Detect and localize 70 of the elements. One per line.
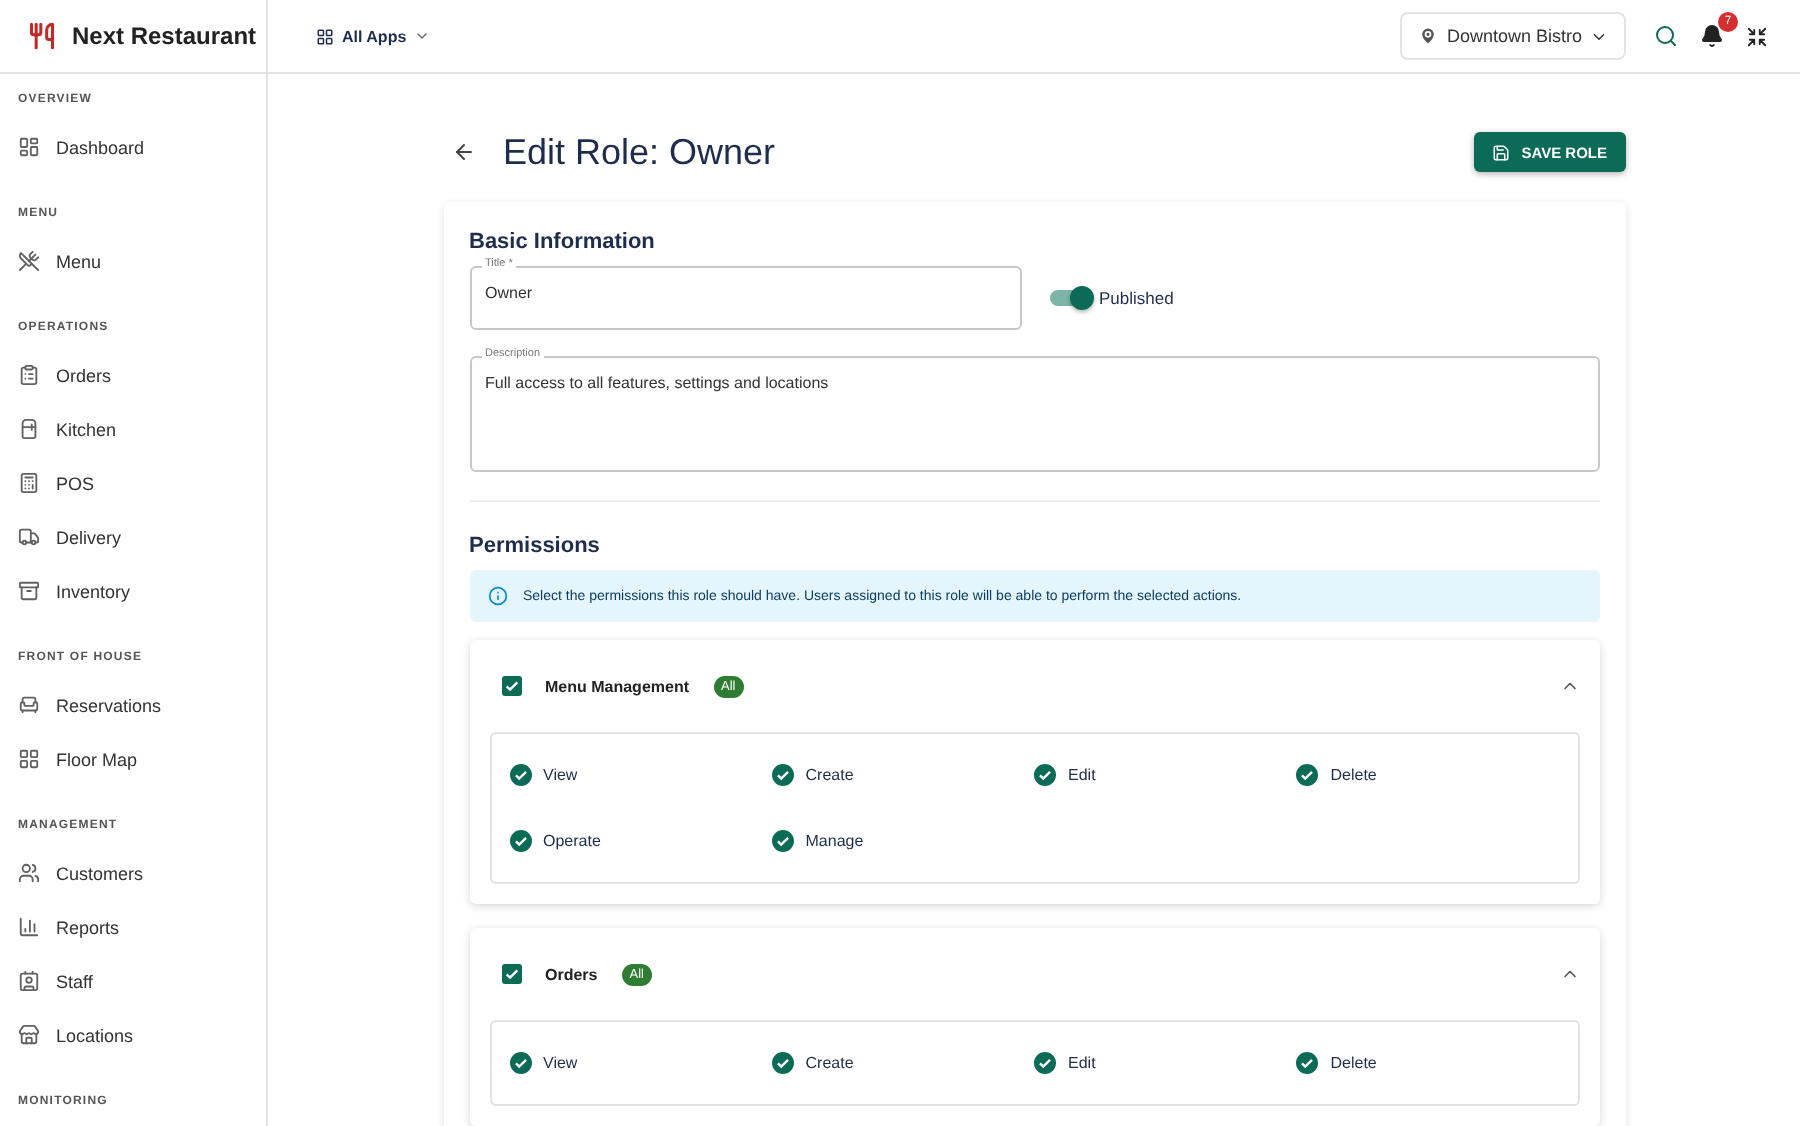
sidebar-item-label: Floor Map [56, 749, 138, 769]
sidebar-item-label: Dashboard [56, 137, 145, 157]
permission-label: View [543, 766, 578, 784]
group-name: Orders [545, 965, 598, 983]
app-name: Next Restaurant [72, 22, 257, 50]
chair-icon [18, 694, 40, 716]
sidebar-item-label: Delivery [56, 527, 122, 547]
sidebar-item-label: Kitchen [56, 419, 117, 439]
save-icon [1491, 143, 1510, 161]
people-icon [18, 862, 40, 884]
fridge-icon [18, 418, 40, 440]
checkbox[interactable] [501, 676, 521, 696]
sidebar-item[interactable]: Staff [18, 954, 266, 1008]
back-button[interactable] [451, 140, 475, 164]
permission-label: Create [805, 766, 854, 784]
field-value: Full access to all features, settings and locations [485, 374, 829, 392]
bar-chart-icon [18, 916, 40, 938]
shrink-icon [1746, 25, 1768, 47]
page-title: Edit Role: Owner [503, 131, 778, 173]
grid-icon [18, 748, 40, 770]
sidebar-item-label: Staff [56, 971, 93, 991]
sidebar-item-label: POS [56, 473, 95, 493]
checkbox[interactable] [501, 964, 521, 984]
archive-icon [18, 580, 40, 602]
sidebar-item-label: Inventory [56, 581, 131, 601]
switch-label: Published [1099, 288, 1174, 308]
field-value: Owner [485, 284, 533, 302]
permission-label: Delete [1330, 1054, 1377, 1072]
grid-icon [316, 27, 334, 45]
sidebar-item[interactable]: POS [18, 456, 266, 510]
store-icon [18, 1024, 40, 1046]
sidebar-item-label: Customers [56, 863, 144, 883]
all-apps-menu[interactable]: All Apps [308, 19, 439, 53]
permission-label: Edit [1068, 1054, 1096, 1072]
sidebar-item[interactable]: Inventory [18, 564, 266, 618]
sidebar-item-label: Locations [56, 1025, 134, 1045]
id-badge-icon [18, 970, 40, 992]
truck-icon [18, 526, 40, 548]
logo-icon [28, 22, 56, 50]
permission-label: Delete [1330, 766, 1377, 784]
caret-icon [414, 28, 431, 44]
sidebar-item[interactable]: Orders [18, 348, 266, 402]
sidebar-item[interactable]: Delivery [18, 510, 266, 564]
search-icon [1654, 24, 1678, 48]
sidebar-item-label: Orders [56, 365, 112, 385]
section-heading: Permissions [469, 534, 602, 558]
permission-label: View [543, 1054, 578, 1072]
bell-icon [1700, 24, 1724, 48]
dashboard-icon [18, 136, 40, 158]
pin-icon [1418, 26, 1439, 46]
sidebar-item[interactable]: Menu [18, 234, 266, 288]
sidebar-item[interactable]: Floor Map [18, 732, 266, 786]
section-heading: Basic Information [469, 230, 657, 254]
permission-label: Operate [543, 832, 601, 850]
group-name: Menu Management [545, 677, 690, 695]
sidebar-item[interactable]: Reports [18, 900, 266, 954]
sidebar-item-label: Reports [56, 917, 120, 937]
sidebar-item-label: Reservations [56, 695, 162, 715]
sidebar-item[interactable]: Reservations [18, 678, 266, 732]
permission-label: Manage [805, 832, 864, 850]
sidebar-item-label: Menu [56, 251, 102, 271]
sidebar-item[interactable]: Kitchen [18, 402, 266, 456]
sidebar-item[interactable]: Locations [18, 1008, 266, 1062]
published-switch[interactable] [1049, 290, 1089, 306]
sidebar-item[interactable]: Dashboard [18, 120, 266, 174]
location-selector[interactable]: Downtown Bistro [1400, 12, 1626, 60]
sidebar-item[interactable]: Customers [18, 846, 266, 900]
info-icon [487, 586, 507, 606]
permission-label: Edit [1068, 766, 1096, 784]
permission-label: Create [805, 1054, 854, 1072]
